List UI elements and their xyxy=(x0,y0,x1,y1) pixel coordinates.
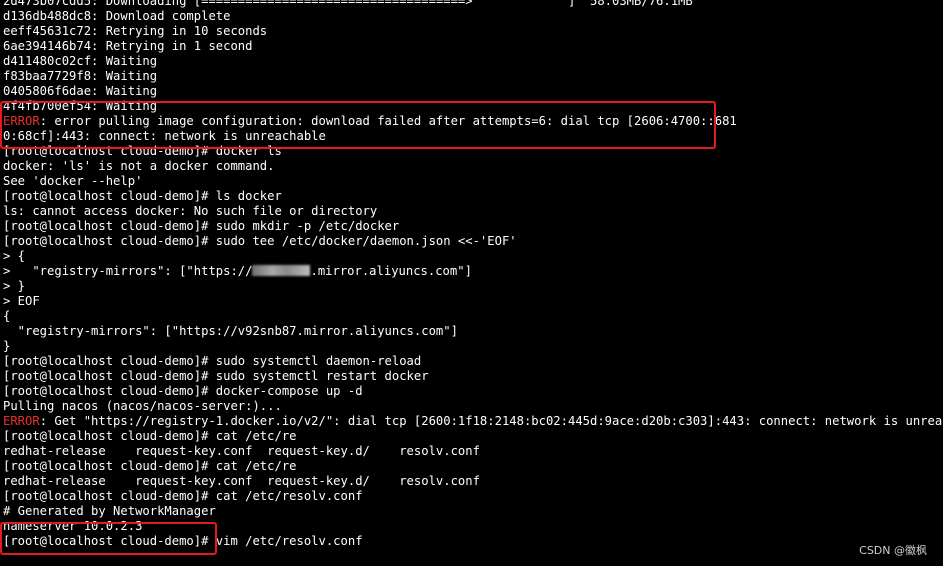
terminal-line: f83baa7729f8: Waiting xyxy=(0,69,943,84)
terminal-line: > } xyxy=(0,279,943,294)
terminal-line: } xyxy=(0,339,943,354)
terminal-line: [root@localhost cloud-demo]# cat /etc/re xyxy=(0,429,943,444)
line-text: > EOF xyxy=(3,294,40,308)
terminal-line: 0405806f6dae: Waiting xyxy=(0,84,943,99)
terminal-line: > { xyxy=(0,249,943,264)
line-text: ls: cannot access docker: No such file o… xyxy=(3,204,378,218)
line-text: 6ae394146b74: Retrying in 1 second xyxy=(3,39,253,53)
line-text: [root@localhost cloud-demo]# docker-comp… xyxy=(3,384,363,398)
line-text: f83baa7729f8: Waiting xyxy=(3,69,158,83)
terminal-line: d411480c02cf: Waiting xyxy=(0,54,943,69)
line-text: nameserver 10.0.2.3 xyxy=(3,519,143,533)
line-text: 2d473b07cdd5: Downloading [=============… xyxy=(3,0,693,8)
line-text: [root@localhost cloud-demo]# sudo tee /e… xyxy=(3,234,517,248)
terminal-line: [root@localhost cloud-demo]# ls docker xyxy=(0,189,943,204)
terminal-line: > EOF xyxy=(0,294,943,309)
terminal-line: [root@localhost cloud-demo]# vim /etc/re… xyxy=(0,534,943,549)
line-text: [root@localhost cloud-demo]# docker ls xyxy=(3,144,282,158)
terminal-line: eeff45631c72: Retrying in 10 seconds xyxy=(0,24,943,39)
line-text: [root@localhost cloud-demo]# cat /etc/re… xyxy=(3,489,363,503)
error-prefix: ERROR xyxy=(3,414,40,428)
terminal-line: 2d473b07cdd5: Downloading [=============… xyxy=(0,0,943,9)
terminal-line: 4f4fb700ef54: Waiting xyxy=(0,99,943,114)
terminal-line: ls: cannot access docker: No such file o… xyxy=(0,204,943,219)
line-text: docker: 'ls' is not a docker command. xyxy=(3,159,275,173)
terminal-line: ERROR: error pulling image configuration… xyxy=(0,114,943,129)
line-text: 4f4fb700ef54: Waiting xyxy=(3,99,158,113)
terminal-line: 0:68cf]:443: connect: network is unreach… xyxy=(0,129,943,144)
terminal-line: redhat-release request-key.conf request-… xyxy=(0,444,943,459)
line-text: > { xyxy=(3,249,26,263)
terminal-line: [root@localhost cloud-demo]# sudo mkdir … xyxy=(0,219,943,234)
terminal-line: { xyxy=(0,309,943,324)
line-text: eeff45631c72: Retrying in 10 seconds xyxy=(3,24,268,38)
line-text: redhat-release request-key.conf request-… xyxy=(3,474,480,488)
line-text: [root@localhost cloud-demo]# cat /etc/re xyxy=(3,429,297,443)
terminal-line: nameserver 10.0.2.3 xyxy=(0,519,943,534)
line-text: { xyxy=(3,309,11,323)
terminal-line: Pulling nacos (nacos/nacos-server:)... xyxy=(0,399,943,414)
terminal-line: > "registry-mirrors": ["https:// .mirror.… xyxy=(0,264,943,279)
line-text: # Generated by NetworkManager xyxy=(3,504,216,518)
terminal-output: 2d473b07cdd5: Downloading [=============… xyxy=(0,0,943,549)
terminal-line: [root@localhost cloud-demo]# docker ls xyxy=(0,144,943,159)
terminal-line: [root@localhost cloud-demo]# cat /etc/re… xyxy=(0,489,943,504)
line-text: [root@localhost cloud-demo]# ls docker xyxy=(3,189,282,203)
terminal-line: [root@localhost cloud-demo]# cat /etc/re xyxy=(0,459,943,474)
terminal-line: [root@localhost cloud-demo]# sudo system… xyxy=(0,369,943,384)
line-text-after-redaction: .mirror.aliyuncs.com"] xyxy=(310,264,472,278)
line-text: d136db488dc8: Download complete xyxy=(3,9,231,23)
line-text: : error pulling image configuration: dow… xyxy=(39,114,737,128)
line-text: See 'docker --help' xyxy=(3,174,143,188)
terminal-window[interactable]: 2d473b07cdd5: Downloading [=============… xyxy=(0,0,943,566)
line-text: > } xyxy=(3,279,26,293)
line-text: } xyxy=(3,339,11,353)
line-text: Pulling nacos (nacos/nacos-server:)... xyxy=(3,399,282,413)
line-text: [root@localhost cloud-demo]# sudo system… xyxy=(3,354,422,368)
terminal-line: [root@localhost cloud-demo]# docker-comp… xyxy=(0,384,943,399)
terminal-line: # Generated by NetworkManager xyxy=(0,504,943,519)
terminal-line: docker: 'ls' is not a docker command. xyxy=(0,159,943,174)
line-text: 0:68cf]:443: connect: network is unreach… xyxy=(3,129,326,143)
terminal-line: 6ae394146b74: Retrying in 1 second xyxy=(0,39,943,54)
line-text: : Get "https://registry-1.docker.io/v2/"… xyxy=(39,414,943,428)
error-prefix: ERROR xyxy=(3,114,40,128)
terminal-line: "registry-mirrors": ["https://v92snb87.m… xyxy=(0,324,943,339)
terminal-line: redhat-release request-key.conf request-… xyxy=(0,474,943,489)
watermark: CSDN @徽枫 xyxy=(859,544,927,557)
terminal-line: [root@localhost cloud-demo]# sudo system… xyxy=(0,354,943,369)
line-text: [root@localhost cloud-demo]# sudo system… xyxy=(3,369,429,383)
terminal-line: ERROR: Get "https://registry-1.docker.io… xyxy=(0,414,943,429)
line-text: redhat-release request-key.conf request-… xyxy=(3,444,480,458)
redacted-blur xyxy=(252,265,311,276)
line-text: "registry-mirrors": ["https://v92snb87.m… xyxy=(3,324,458,338)
line-text: d411480c02cf: Waiting xyxy=(3,54,158,68)
line-text: [root@localhost cloud-demo]# sudo mkdir … xyxy=(3,219,400,233)
line-text: > "registry-mirrors": ["https:// xyxy=(3,264,253,278)
terminal-line: See 'docker --help' xyxy=(0,174,943,189)
line-text: 0405806f6dae: Waiting xyxy=(3,84,158,98)
line-text: [root@localhost cloud-demo]# vim /etc/re… xyxy=(3,534,363,548)
terminal-line: [root@localhost cloud-demo]# sudo tee /e… xyxy=(0,234,943,249)
line-text: [root@localhost cloud-demo]# cat /etc/re xyxy=(3,459,297,473)
terminal-line: d136db488dc8: Download complete xyxy=(0,9,943,24)
